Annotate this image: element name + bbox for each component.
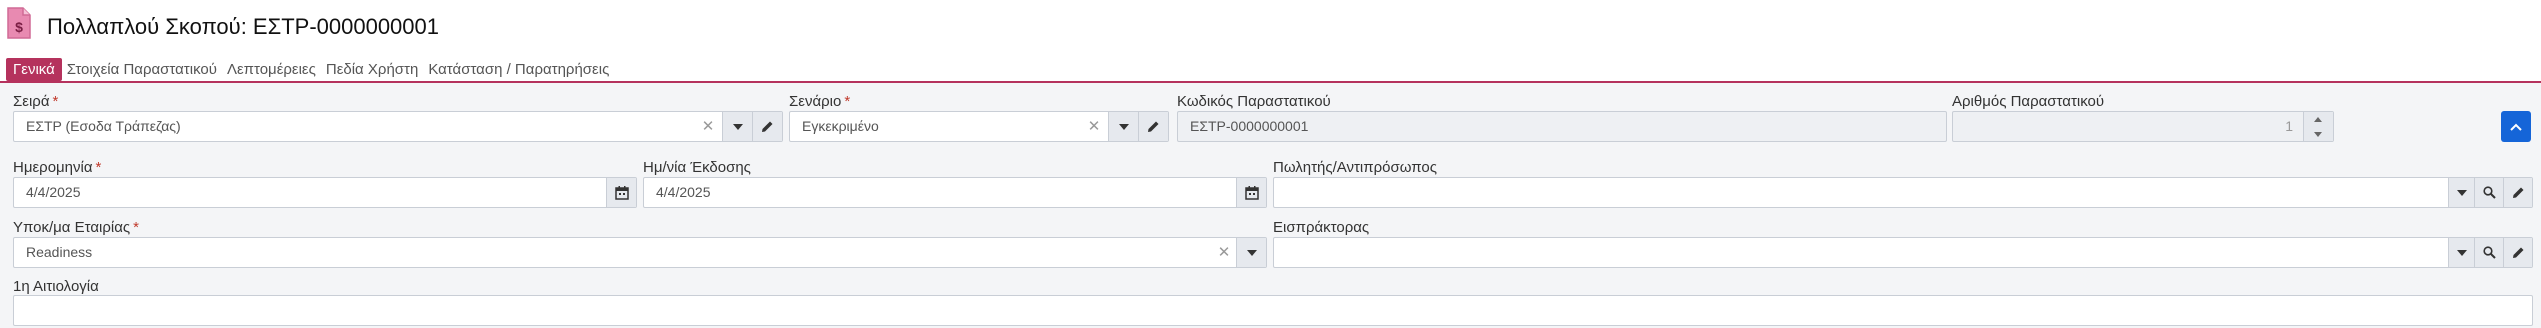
tab-general[interactable]: Γενικά — [6, 58, 62, 81]
pencil-icon — [1148, 121, 1159, 132]
scenario-select[interactable]: Εγκεκριμένο ✕ — [789, 111, 1169, 142]
calendar-icon — [1244, 185, 1259, 200]
document-dollar-icon: $ — [7, 7, 31, 39]
doc-number-label: Αριθμός Παραστατικού — [1952, 93, 2105, 110]
tab-document-details[interactable]: Στοιχεία Παραστατικού — [62, 58, 222, 81]
series-select[interactable]: ΕΣΤΡ (Εσοδα Τράπεζας) ✕ — [13, 111, 783, 142]
series-value: ΕΣΤΡ (Εσοδα Τράπεζας) — [26, 118, 181, 134]
date-label: Ημερομηνία * — [13, 159, 102, 176]
collapse-button[interactable] — [2501, 111, 2531, 142]
doc-code-label: Κωδικός Παραστατικού — [1177, 93, 1331, 110]
reason-label: 1η Αιτιολογία — [13, 278, 99, 295]
issue-date-value: 4/4/2025 — [656, 184, 711, 200]
reason-input[interactable] — [13, 295, 2533, 326]
dropdown-button[interactable] — [722, 112, 752, 141]
caret-down-icon — [1118, 123, 1129, 130]
collector-select[interactable] — [1273, 237, 2533, 268]
calendar-button[interactable] — [606, 178, 636, 207]
doc-code-field[interactable]: ΕΣΤΡ-0000000001 — [1177, 111, 1947, 142]
calendar-icon — [614, 185, 629, 200]
branch-select[interactable]: Readiness ✕ — [13, 237, 1267, 268]
dropdown-button[interactable] — [1108, 112, 1138, 141]
salesman-label: Πωλητής/Αντιπρόσωπος — [1273, 159, 1437, 176]
date-value: 4/4/2025 — [26, 184, 81, 200]
search-icon — [2482, 246, 2496, 259]
dropdown-button[interactable] — [1236, 238, 1266, 267]
search-icon — [2482, 186, 2496, 199]
svg-text:$: $ — [15, 19, 23, 35]
edit-button[interactable] — [1138, 112, 1168, 141]
page-title: Πολλαπλού Σκοπού: ΕΣΤΡ-0000000001 — [47, 14, 439, 39]
edit-button[interactable] — [2503, 178, 2532, 207]
collector-label: Εισπράκτορας — [1273, 219, 1370, 236]
doc-number-field[interactable]: 1 — [1952, 111, 2334, 142]
scenario-value: Εγκεκριμένο — [802, 118, 879, 134]
tab-bar: Γενικά Στοιχεία Παραστατικού Λεπτομέρειε… — [6, 58, 614, 81]
pencil-icon — [762, 121, 773, 132]
clear-icon[interactable]: ✕ — [1084, 112, 1104, 141]
chevron-up-icon — [2510, 123, 2522, 131]
branch-value: Readiness — [26, 244, 93, 260]
number-stepper[interactable] — [2303, 112, 2333, 141]
issue-date-field[interactable]: 4/4/2025 — [643, 177, 1267, 208]
clear-icon[interactable]: ✕ — [698, 112, 718, 141]
caret-down-icon — [732, 123, 743, 130]
edit-button[interactable] — [2503, 238, 2532, 267]
dropdown-button[interactable] — [2448, 178, 2474, 207]
calendar-button[interactable] — [1236, 178, 1266, 207]
search-button[interactable] — [2474, 238, 2503, 267]
tab-details[interactable]: Λεπτομέρειες — [222, 58, 321, 81]
edit-button[interactable] — [752, 112, 782, 141]
scenario-label: Σενάριο * — [789, 93, 851, 110]
page-header: $ Πολλαπλού Σκοπού: ΕΣΤΡ-0000000001 — [0, 0, 2541, 52]
pencil-icon — [2512, 247, 2523, 258]
stepper-down-icon[interactable] — [2304, 127, 2332, 141]
date-field[interactable]: 4/4/2025 — [13, 177, 637, 208]
clear-icon[interactable]: ✕ — [1214, 238, 1234, 267]
tab-user-fields[interactable]: Πεδία Χρήστη — [321, 58, 423, 81]
tab-status-notes[interactable]: Κατάσταση / Παρατηρήσεις — [423, 58, 614, 81]
pencil-icon — [2512, 187, 2523, 198]
caret-down-icon — [1246, 249, 1257, 256]
branch-label: Υποκ/μα Εταιρίας * — [13, 219, 139, 236]
dropdown-button[interactable] — [2448, 238, 2474, 267]
stepper-up-icon[interactable] — [2304, 112, 2332, 126]
caret-down-icon — [2456, 189, 2467, 196]
doc-code-value: ΕΣΤΡ-0000000001 — [1190, 118, 1309, 134]
issue-date-label: Ημ/νία Έκδοσης — [643, 159, 751, 176]
salesman-select[interactable] — [1273, 177, 2533, 208]
series-label: Σειρά * — [13, 93, 59, 110]
doc-number-value: 1 — [2285, 118, 2293, 134]
search-button[interactable] — [2474, 178, 2503, 207]
caret-down-icon — [2456, 249, 2467, 256]
